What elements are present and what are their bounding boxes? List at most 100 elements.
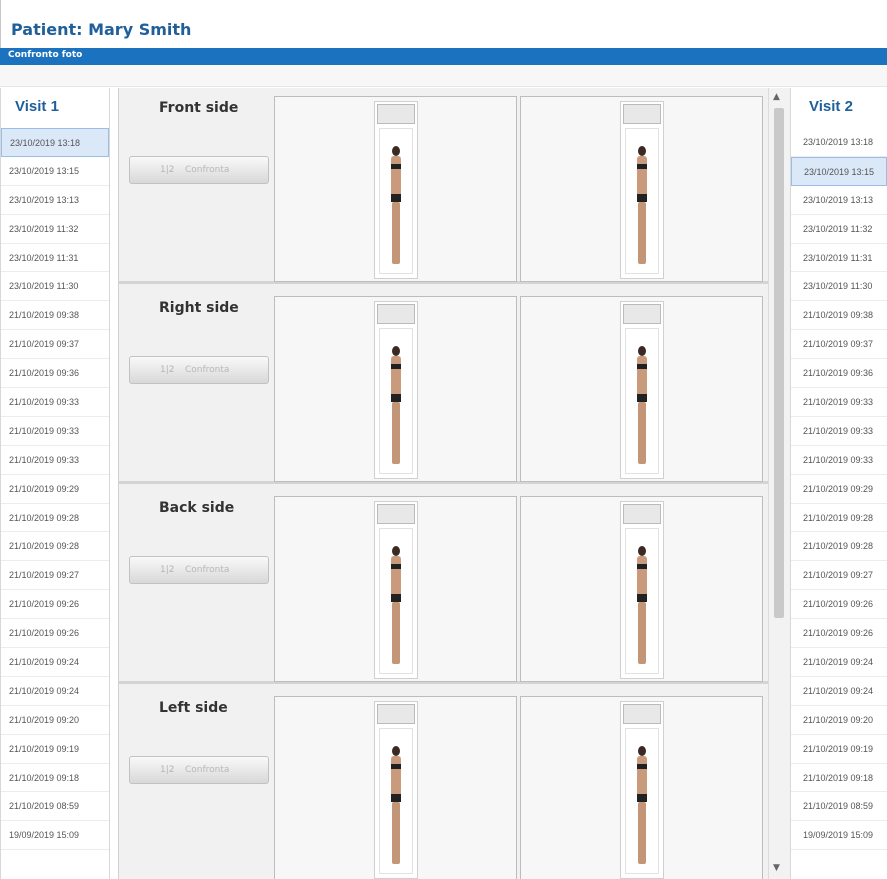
- visit1-date-item[interactable]: 21/10/2019 09:26: [1, 590, 109, 620]
- visit1-date-item[interactable]: 21/10/2019 09:38: [1, 301, 109, 331]
- side-block: Back side 1|2 Confronta: [119, 488, 768, 684]
- visit2-date-item[interactable]: 21/10/2019 09:33: [791, 417, 887, 446]
- figure-torso: [390, 156, 401, 198]
- visit1-date-item[interactable]: 21/10/2019 09:28: [1, 532, 109, 562]
- visit1-date-item[interactable]: 21/10/2019 09:33: [1, 388, 109, 417]
- body-scanner-image: [373, 301, 418, 479]
- photo-visit2[interactable]: [520, 496, 763, 682]
- visit1-date-item[interactable]: 21/10/2019 09:26: [1, 619, 109, 649]
- photo-visit1[interactable]: [274, 696, 517, 879]
- visit2-date-item[interactable]: 21/10/2019 09:20: [791, 706, 887, 735]
- visit2-date-item[interactable]: 21/10/2019 09:38: [791, 301, 887, 331]
- figure-brief: [390, 594, 401, 602]
- compare-icon: 1|2: [160, 165, 175, 175]
- compare-button-label: Confronta: [185, 565, 230, 575]
- photo-visit1[interactable]: [274, 296, 517, 482]
- visit1-date-item[interactable]: 23/10/2019 13:18: [1, 128, 109, 157]
- visit1-date-item[interactable]: 23/10/2019 11:30: [1, 272, 109, 302]
- compare-button[interactable]: 1|2 Confronta: [129, 756, 269, 784]
- figure-legs: [391, 202, 400, 264]
- figure-head: [391, 746, 400, 756]
- visit2-date-item[interactable]: 21/10/2019 09:37: [791, 330, 887, 360]
- visit2-date-item[interactable]: 19/09/2019 15:09: [791, 821, 887, 851]
- figure-head: [637, 746, 646, 756]
- visit2-date-item[interactable]: 21/10/2019 09:26: [791, 619, 887, 649]
- photo-visit2[interactable]: [520, 696, 763, 879]
- visit2-date-item[interactable]: 21/10/2019 09:24: [791, 677, 887, 706]
- visit1-date-item[interactable]: 23/10/2019 11:31: [1, 244, 109, 273]
- side-label: Right side: [159, 300, 239, 316]
- scanner-head: [622, 104, 661, 124]
- visit2-date-item[interactable]: 23/10/2019 13:15: [791, 156, 887, 186]
- visit1-date-list: 23/10/2019 13:18 23/10/2019 13:15 23/10/20…: [1, 128, 109, 851]
- body-scanner-image: [619, 701, 664, 879]
- visit1-date-item[interactable]: 21/10/2019 09:20: [1, 706, 109, 735]
- visit1-date-item[interactable]: 21/10/2019 09:29: [1, 475, 109, 504]
- visit2-date-item[interactable]: 21/10/2019 09:33: [791, 388, 887, 417]
- photo-visit1[interactable]: [274, 496, 517, 682]
- visit2-date-item[interactable]: 21/10/2019 09:28: [791, 532, 887, 562]
- visit1-date-item[interactable]: 21/10/2019 09:24: [1, 677, 109, 706]
- visit2-date-list: 23/10/2019 13:18 23/10/2019 13:15 23/10/20…: [791, 128, 887, 851]
- visit2-date-item[interactable]: 21/10/2019 09:36: [791, 359, 887, 389]
- figure-bra: [636, 764, 647, 769]
- compare-button[interactable]: 1|2 Confronta: [129, 356, 269, 384]
- visit2-date-item[interactable]: 21/10/2019 09:28: [791, 504, 887, 533]
- visit1-date-item[interactable]: 23/10/2019 13:15: [1, 157, 109, 186]
- visit2-date-item[interactable]: 23/10/2019 11:31: [791, 244, 887, 273]
- photo-visit2[interactable]: [520, 296, 763, 482]
- photo-visit1[interactable]: [274, 96, 517, 282]
- scanner-head: [622, 304, 661, 324]
- visit1-date-item[interactable]: 21/10/2019 09:28: [1, 504, 109, 533]
- compare-button[interactable]: 1|2 Confronta: [129, 556, 269, 584]
- visit2-date-item[interactable]: 21/10/2019 09:29: [791, 475, 887, 504]
- side-label: Left side: [159, 700, 228, 716]
- figure-brief: [636, 594, 647, 602]
- visit1-date-item[interactable]: 21/10/2019 09:19: [1, 735, 109, 764]
- visit2-date-item[interactable]: 23/10/2019 11:32: [791, 215, 887, 244]
- scanner-head: [376, 104, 415, 124]
- vertical-scrollbar[interactable]: ▲ ▼: [768, 88, 790, 879]
- photo-visit2[interactable]: [520, 96, 763, 282]
- visit1-date-item[interactable]: 23/10/2019 13:13: [1, 186, 109, 215]
- visit1-date-item[interactable]: 21/10/2019 09:37: [1, 330, 109, 360]
- visit1-date-item[interactable]: 21/10/2019 09:27: [1, 561, 109, 591]
- scroll-up-icon[interactable]: ▲: [773, 92, 780, 102]
- body-scanner-image: [373, 701, 418, 879]
- visit2-date-item[interactable]: 23/10/2019 13:18: [791, 128, 887, 157]
- visit1-date-item[interactable]: 21/10/2019 08:59: [1, 792, 109, 822]
- person-figure: [390, 746, 401, 866]
- visit1-date-item[interactable]: 21/10/2019 09:36: [1, 359, 109, 389]
- visit1-date-item[interactable]: 21/10/2019 09:18: [1, 764, 109, 793]
- figure-bra: [636, 364, 647, 369]
- visit1-date-item[interactable]: 23/10/2019 11:32: [1, 215, 109, 244]
- figure-head: [637, 546, 646, 556]
- visit1-date-item[interactable]: 19/09/2019 15:09: [1, 821, 109, 851]
- figure-torso: [636, 156, 647, 198]
- visit1-date-item[interactable]: 21/10/2019 09:33: [1, 446, 109, 475]
- visit2-date-item[interactable]: 23/10/2019 13:13: [791, 186, 887, 215]
- person-figure: [390, 346, 401, 466]
- visit2-date-item[interactable]: 21/10/2019 08:59: [791, 792, 887, 822]
- visit2-date-item[interactable]: 21/10/2019 09:18: [791, 764, 887, 793]
- visit1-date-item[interactable]: 21/10/2019 09:33: [1, 417, 109, 446]
- visit1-list: Visit 1 23/10/2019 13:18 23/10/2019 13:15…: [0, 88, 110, 879]
- visit2-date-item[interactable]: 21/10/2019 09:33: [791, 446, 887, 475]
- visit2-date-item[interactable]: 21/10/2019 09:27: [791, 561, 887, 591]
- person-figure: [636, 346, 647, 466]
- visit2-date-item[interactable]: 23/10/2019 11:30: [791, 272, 887, 302]
- figure-head: [637, 346, 646, 356]
- scroll-thumb[interactable]: [774, 108, 784, 618]
- scroll-down-icon[interactable]: ▼: [773, 863, 780, 873]
- figure-bra: [636, 564, 647, 569]
- figure-bra: [390, 564, 401, 569]
- compare-button[interactable]: 1|2 Confronta: [129, 156, 269, 184]
- figure-head: [391, 146, 400, 156]
- figure-torso: [636, 756, 647, 798]
- side-label: Front side: [159, 100, 239, 116]
- body-scanner-image: [619, 501, 664, 679]
- visit2-date-item[interactable]: 21/10/2019 09:26: [791, 590, 887, 620]
- visit2-date-item[interactable]: 21/10/2019 09:24: [791, 648, 887, 677]
- visit2-date-item[interactable]: 21/10/2019 09:19: [791, 735, 887, 764]
- visit1-date-item[interactable]: 21/10/2019 09:24: [1, 648, 109, 677]
